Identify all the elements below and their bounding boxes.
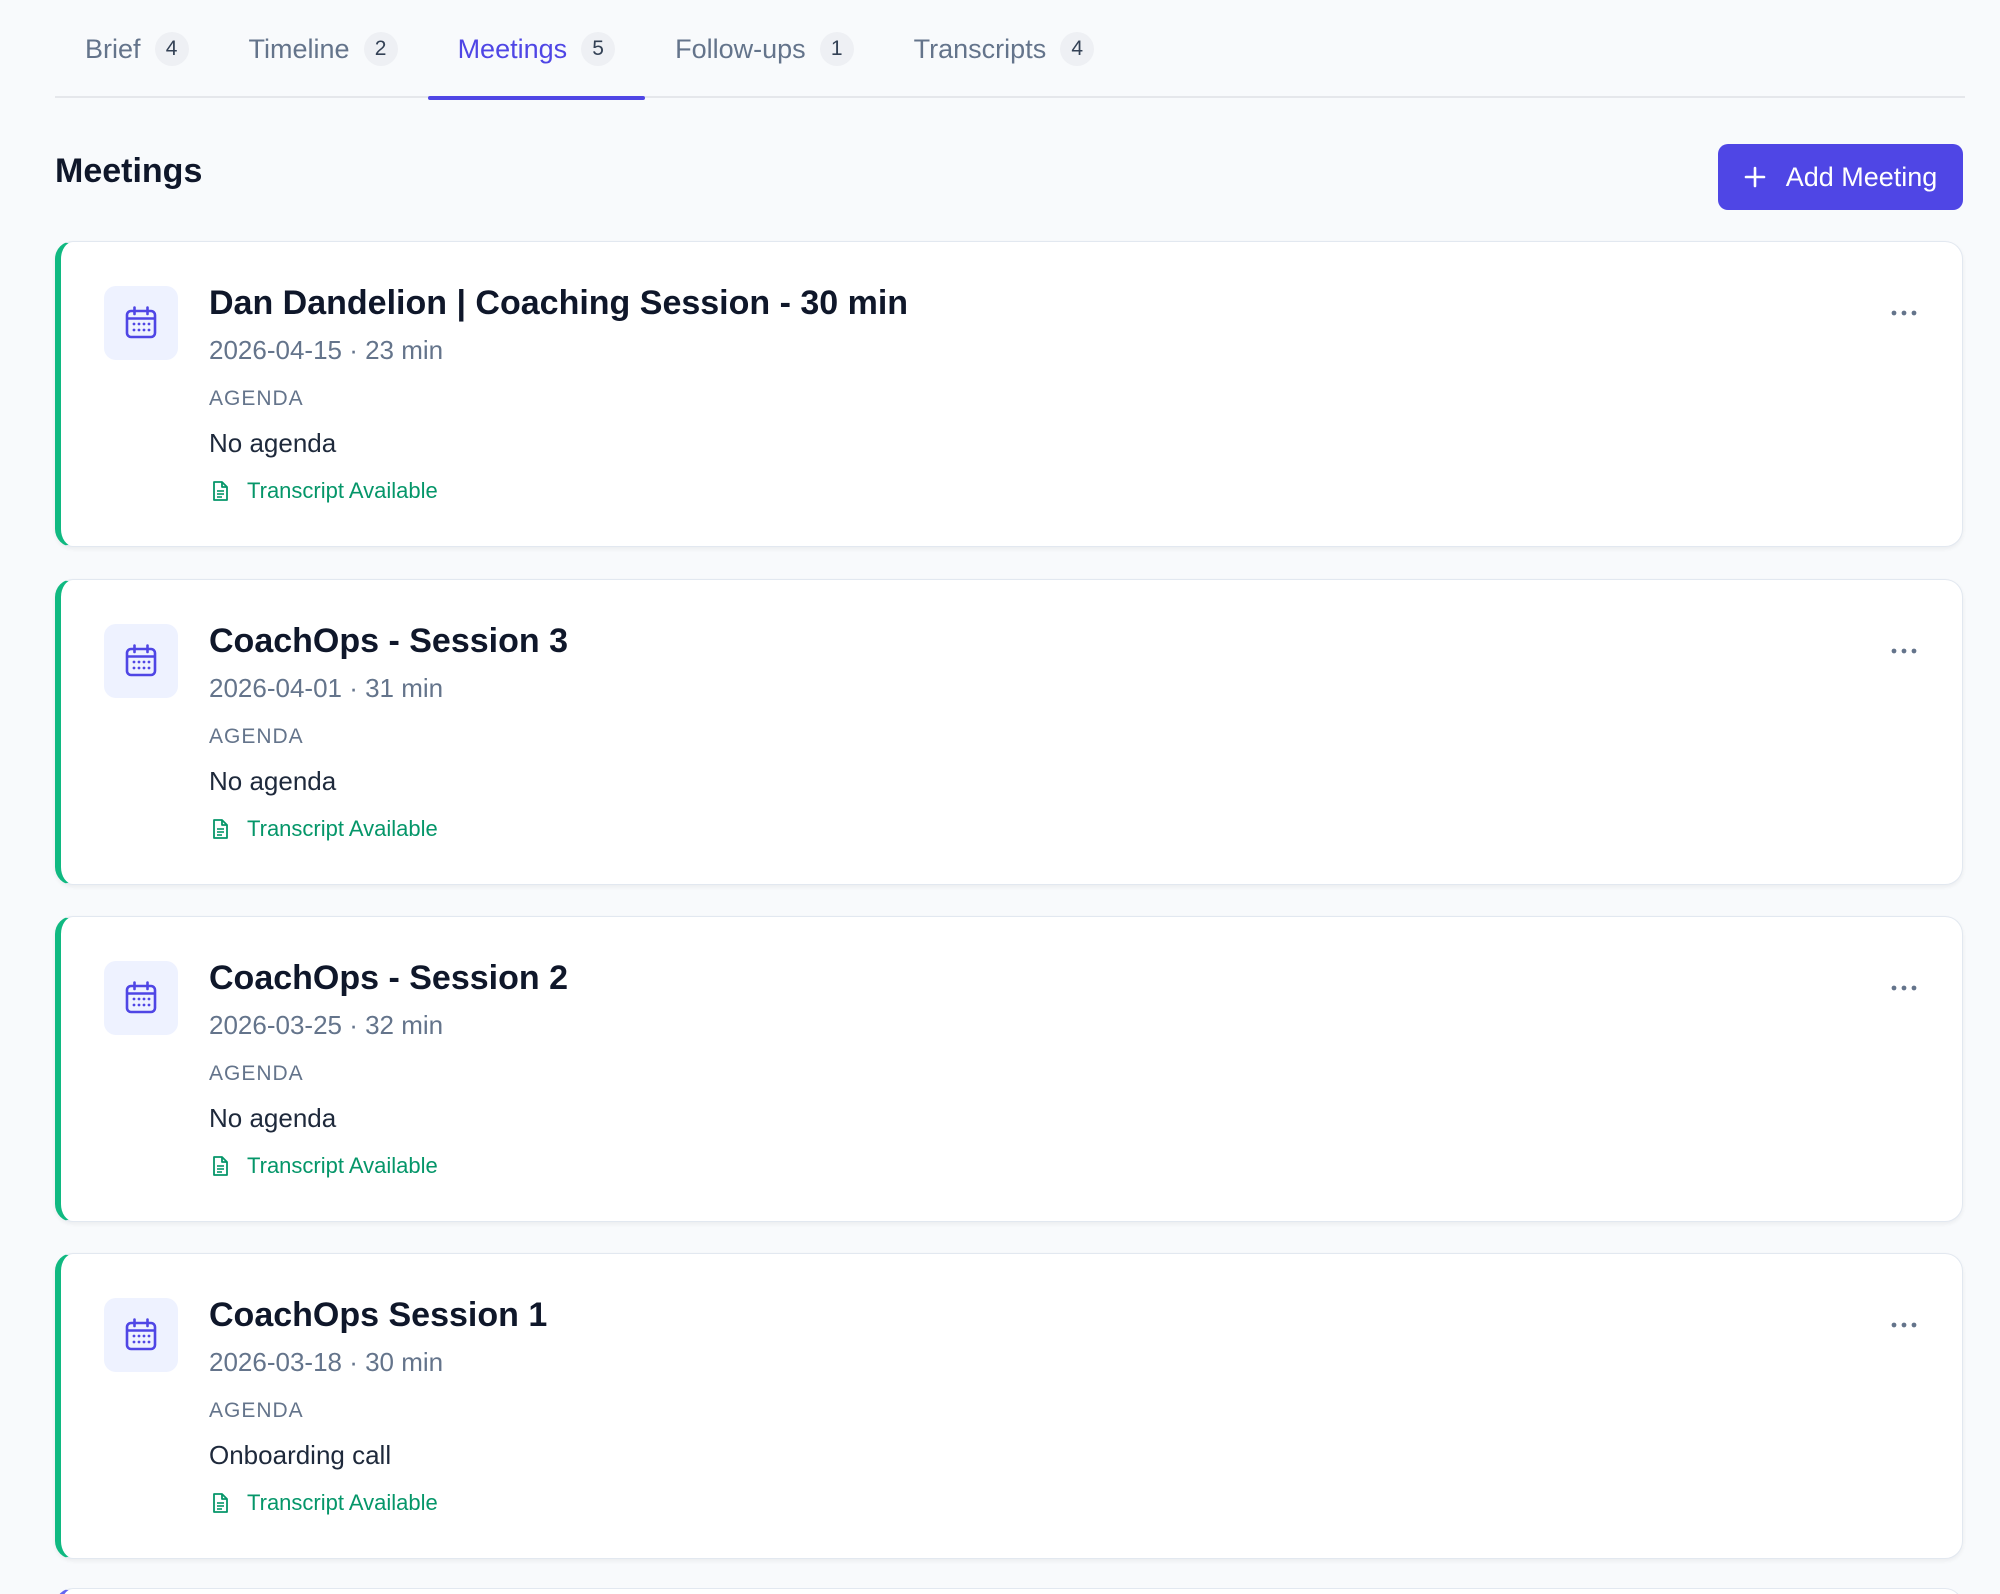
meeting-title: CoachOps - Session 2 [209,959,568,997]
more-horizontal-icon [1891,985,1917,991]
meeting-date-duration: 2026-04-15 · 23 min [209,335,444,365]
more-options-button[interactable] [1882,1310,1926,1340]
tab-count-badge: 4 [154,32,189,66]
calendar-icon [104,1298,178,1372]
transcript-available-link[interactable]: Transcript Available [209,478,438,504]
agenda-text: Onboarding call [209,1440,392,1470]
tab-label: Brief [85,33,141,64]
meeting-title: Dan Dandelion | Coaching Session - 30 mi… [209,284,909,322]
calendar-icon [104,624,178,698]
meeting-date-duration: 2026-03-25 · 32 min [209,1010,444,1040]
tab-label: Follow-ups [675,33,806,64]
transcript-label: Transcript Available [247,478,438,503]
tab-count-badge: 4 [1060,32,1095,66]
meeting-card[interactable]: Dan Dandelion | Coaching Session - 30 mi… [55,241,1963,547]
more-horizontal-icon [1891,648,1917,654]
add-meeting-button[interactable]: Add Meeting [1718,144,1963,210]
document-icon [213,1156,228,1176]
transcript-label: Transcript Available [247,1153,438,1178]
meetings-page: Brief 4 Timeline 2 Meetings 5 Follow-ups… [0,0,2000,1594]
page-title: Meetings [55,152,203,190]
meeting-card-partial[interactable] [55,1588,1963,1594]
transcript-available-link[interactable]: Transcript Available [209,816,438,842]
tab-label: Meetings [457,33,568,64]
transcript-available-link[interactable]: Transcript Available [209,1153,438,1179]
calendar-icon [104,961,178,1035]
tab-brief[interactable]: Brief 4 [55,0,219,98]
meeting-card[interactable]: CoachOps - Session 3 2026-04-01 · 31 min… [55,579,1963,885]
tab-label: Transcripts [913,33,1047,64]
meeting-date-duration: 2026-03-18 · 30 min [209,1347,444,1377]
document-icon [213,481,228,501]
agenda-label: AGENDA [209,1399,304,1422]
agenda-label: AGENDA [209,725,304,748]
tab-count-badge: 2 [363,32,398,66]
meeting-card[interactable]: CoachOps - Session 2 2026-03-25 · 32 min… [55,916,1963,1222]
meeting-date-duration: 2026-04-01 · 31 min [209,673,444,703]
meeting-card[interactable]: CoachOps Session 1 2026-03-18 · 30 min A… [55,1253,1963,1559]
tab-count-badge: 1 [819,32,854,66]
add-meeting-label: Add Meeting [1785,161,1938,192]
agenda-label: AGENDA [209,387,304,410]
transcript-label: Transcript Available [247,1490,438,1515]
agenda-text: No agenda [209,428,337,458]
tab-follow-ups[interactable]: Follow-ups 1 [645,0,884,98]
agenda-label: AGENDA [209,1062,304,1085]
transcript-available-link[interactable]: Transcript Available [209,1490,438,1516]
tab-timeline[interactable]: Timeline 2 [219,0,428,98]
more-horizontal-icon [1891,310,1917,316]
meeting-title: CoachOps - Session 3 [209,622,568,660]
more-options-button[interactable] [1882,636,1926,666]
tab-meetings[interactable]: Meetings 5 [427,0,646,100]
more-horizontal-icon [1891,1322,1917,1328]
plus-icon [1744,166,1765,188]
agenda-text: No agenda [209,766,337,796]
tab-transcripts[interactable]: Transcripts 4 [884,0,1125,98]
tab-bar: Brief 4 Timeline 2 Meetings 5 Follow-ups… [55,0,1965,100]
agenda-text: No agenda [209,1103,337,1133]
meeting-title: CoachOps Session 1 [209,1296,548,1334]
tab-label: Timeline [248,33,350,64]
document-icon [213,1493,228,1513]
more-options-button[interactable] [1882,298,1926,328]
transcript-label: Transcript Available [247,816,438,841]
tab-count-badge: 5 [581,32,616,66]
document-icon [213,819,228,839]
more-options-button[interactable] [1882,973,1926,1003]
calendar-icon [104,286,178,360]
